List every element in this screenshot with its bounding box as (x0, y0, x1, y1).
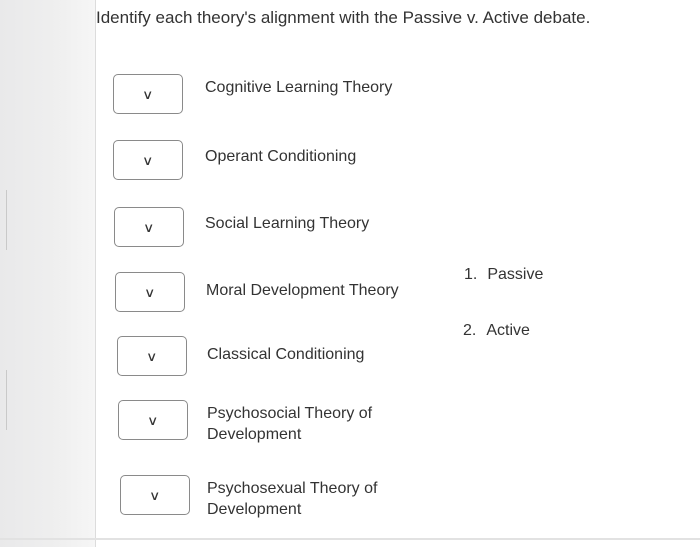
option-label: Passive (487, 266, 544, 283)
alignment-select-5[interactable]: ∨ (117, 336, 187, 376)
alignment-select-6[interactable]: ∨ (118, 400, 188, 440)
item-label-line: Development (207, 426, 302, 443)
item-label-line: Development (207, 501, 302, 518)
item-label-social-learning: Social Learning Theory (205, 215, 370, 232)
alignment-select-3[interactable]: ∨ (114, 207, 184, 247)
option-passive: 1. Passive (464, 266, 543, 284)
alignment-select-1[interactable]: ∨ (113, 74, 183, 114)
item-label-psychosocial: Psychosocial Theory of Development (207, 403, 372, 445)
option-number: 1. (464, 266, 478, 283)
chevron-down-icon: ∨ (149, 487, 161, 503)
item-label-operant-conditioning: Operant Conditioning (205, 148, 357, 165)
chevron-down-icon: ∨ (143, 219, 155, 235)
chevron-down-icon: ∨ (142, 86, 154, 102)
sidebar-edge-divider (95, 0, 96, 547)
option-number: 2. (463, 322, 477, 339)
item-label-line: Psychosocial Theory of (207, 405, 373, 422)
sidebar-notch (0, 190, 7, 250)
option-label: Active (486, 322, 530, 339)
chevron-down-icon: ∨ (146, 348, 158, 364)
chevron-down-icon: ∨ (142, 152, 154, 168)
bottom-divider (0, 538, 700, 540)
alignment-select-2[interactable]: ∨ (113, 140, 183, 180)
left-sidebar-strip (0, 0, 96, 547)
item-label-moral-development: Moral Development Theory (206, 282, 399, 299)
chevron-down-icon: ∨ (144, 284, 156, 300)
alignment-select-4[interactable]: ∨ (115, 272, 185, 312)
sidebar-notch (0, 370, 7, 430)
option-active: 2. Active (463, 322, 530, 340)
question-prompt: Identify each theory's alignment with th… (96, 8, 591, 27)
item-label-cognitive-learning: Cognitive Learning Theory (205, 79, 393, 96)
alignment-select-7[interactable]: ∨ (120, 475, 190, 515)
chevron-down-icon: ∨ (147, 412, 159, 428)
item-label-classical-conditioning: Classical Conditioning (207, 346, 365, 363)
item-label-psychosexual: Psychosexual Theory of Development (207, 478, 377, 520)
item-label-line: Psychosexual Theory of (207, 480, 378, 497)
